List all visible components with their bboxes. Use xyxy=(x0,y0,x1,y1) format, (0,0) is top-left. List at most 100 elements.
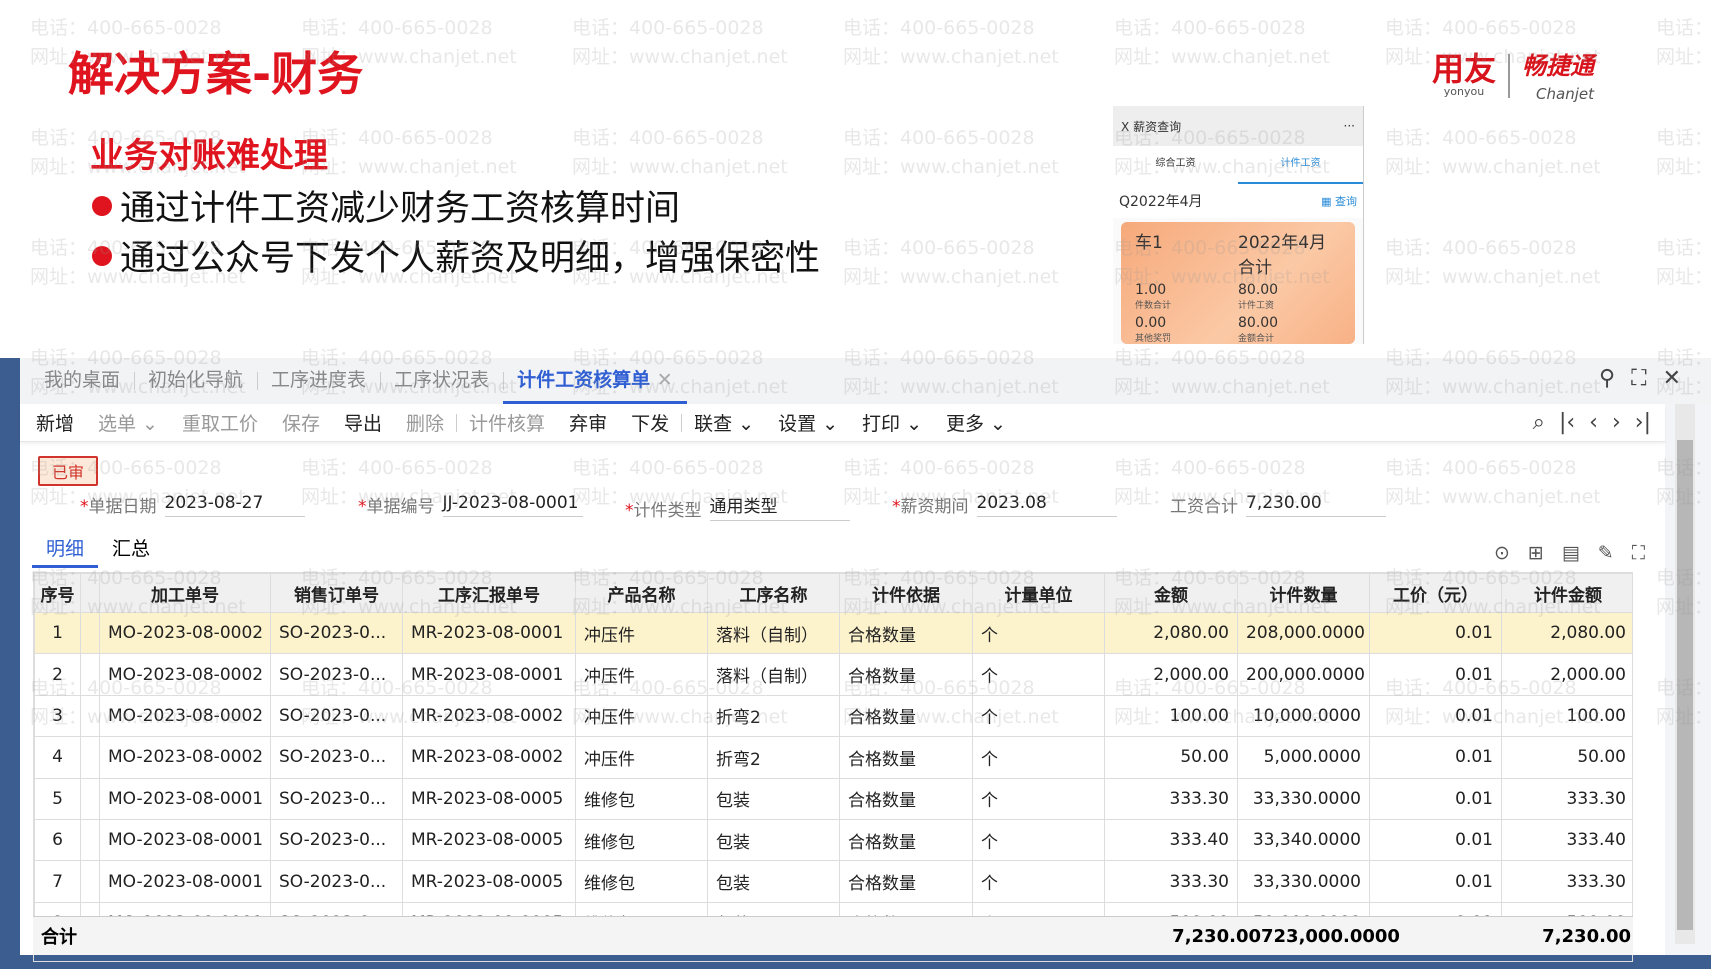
toolbar-button[interactable]: 删除 xyxy=(394,409,456,436)
column-header[interactable]: 序号 xyxy=(34,573,81,613)
fullscreen-icon[interactable]: ⛶ xyxy=(1631,366,1646,391)
table-cell: MR-2023-08-0005 xyxy=(402,860,576,903)
toolbar-button[interactable]: 弃审 xyxy=(557,409,619,436)
table-cell: 0.01 xyxy=(1369,653,1502,696)
table-row[interactable]: 6 MO-2023-08-0001 SO-2023-0... MR-2023-08-0… xyxy=(34,818,1632,862)
column-header[interactable] xyxy=(80,573,100,613)
tab-process-status[interactable]: 工序状况表 xyxy=(380,362,503,404)
logo-divider xyxy=(1508,54,1511,98)
toolbar-button[interactable]: 打印 ⌄ xyxy=(850,409,934,436)
search-icon[interactable]: ⚲ xyxy=(1599,366,1615,391)
toolbar-button[interactable]: 选单 ⌄ xyxy=(86,409,170,436)
column-header[interactable]: 销售订单号 xyxy=(270,573,403,613)
status-badge: 已审 xyxy=(38,456,99,486)
phone-search-input[interactable]: Q2022年4月 xyxy=(1119,191,1203,211)
table-cell: 落料（自制） xyxy=(707,611,840,655)
table-cell: 100.00 xyxy=(1104,694,1238,738)
table-cell: 维修包 xyxy=(575,860,708,903)
prev-record-icon[interactable]: ‹ xyxy=(1589,410,1598,435)
column-header[interactable]: 计件金额 xyxy=(1501,573,1632,613)
table-cell: 6 xyxy=(34,818,81,862)
toolbar-button[interactable]: 设置 ⌄ xyxy=(766,409,850,436)
last-record-icon[interactable]: ›| xyxy=(1635,410,1651,435)
field-input[interactable]: 7,230.00 xyxy=(1246,493,1386,517)
tab-detail[interactable]: 明细 xyxy=(32,530,99,568)
column-header[interactable]: 金额 xyxy=(1104,573,1238,613)
table-cell: 5 xyxy=(34,777,81,820)
table-cell: SO-2023-0... xyxy=(270,777,403,820)
tab-piece-wage[interactable]: 计件工资核算单 ✕ xyxy=(503,362,687,404)
table-cell: 333.30 xyxy=(1104,860,1238,903)
tab-process-progress[interactable]: 工序进度表 xyxy=(257,362,380,404)
location-icon[interactable]: ⊙ xyxy=(1494,542,1510,564)
phone-tab-piece[interactable]: 计件工资 xyxy=(1238,146,1363,184)
field-input[interactable]: 2023.08 xyxy=(976,493,1117,517)
field-input[interactable]: 通用类型 xyxy=(709,492,850,521)
field-label: *薪资期间 xyxy=(892,497,969,517)
column-header[interactable]: 工序名称 xyxy=(707,573,840,613)
locate-icon[interactable]: ⌕ xyxy=(1533,410,1545,435)
tab-summary[interactable]: 汇总 xyxy=(98,530,164,568)
toolbar-button[interactable]: 下发 xyxy=(619,409,681,436)
vertical-scrollbar[interactable] xyxy=(1675,404,1695,944)
toolbar-button[interactable]: 新增 xyxy=(24,409,86,436)
watermark-text: 电话：400-665-0028网址：www.chanjet.net xyxy=(1114,17,1330,68)
column-header[interactable]: 计件数量 xyxy=(1237,573,1370,613)
tab-desktop[interactable]: 我的桌面 xyxy=(30,362,134,404)
card-value: 1.00 xyxy=(1135,282,1167,298)
total-row: 合计 7,230.00 723,000.0000 7,230.00 xyxy=(33,916,1633,955)
form-field: *单据编号 JJ-2023-08-0001 xyxy=(358,492,583,517)
table-row[interactable]: 7 MO-2023-08-0001 SO-2023-0... MR-2023-08-0… xyxy=(34,860,1632,903)
close-icon[interactable]: X xyxy=(1121,120,1129,134)
table-cell: 个 xyxy=(972,860,1105,903)
table-cell: 维修包 xyxy=(575,777,708,820)
phone-query-button[interactable]: 查询 xyxy=(1335,195,1357,208)
phone-tab-general[interactable]: 综合工资 xyxy=(1113,146,1238,184)
column-header[interactable]: 工价（元） xyxy=(1369,573,1502,613)
table-cell: MR-2023-08-0002 xyxy=(402,736,576,779)
table-cell: 合格数量 xyxy=(839,694,973,738)
column-header[interactable]: 计量单位 xyxy=(972,573,1105,613)
field-label: *单据编号 xyxy=(358,497,435,517)
column-header[interactable]: 工序汇报单号 xyxy=(402,573,576,613)
table-cell xyxy=(80,611,100,655)
table-cell: 10,000.0000 xyxy=(1237,694,1370,738)
table-row[interactable]: 1 MO-2023-08-0002 SO-2023-0... MR-2023-08-0… xyxy=(34,611,1632,655)
first-record-icon[interactable]: |‹ xyxy=(1559,410,1575,435)
table-cell: 4 xyxy=(34,736,81,779)
table-row[interactable]: 3 MO-2023-08-0002 SO-2023-0... MR-2023-08-0… xyxy=(34,694,1632,738)
scrollbar-thumb[interactable] xyxy=(1677,440,1693,930)
column-header[interactable]: 加工单号 xyxy=(99,573,271,613)
add-row-icon[interactable]: ⊞ xyxy=(1528,542,1544,564)
close-tab-icon[interactable]: ✕ xyxy=(657,369,673,391)
table-cell: MO-2023-08-0002 xyxy=(99,694,271,738)
tab-init-guide[interactable]: 初始化导航 xyxy=(134,362,257,404)
column-header[interactable]: 产品名称 xyxy=(575,573,708,613)
column-header[interactable]: 计件依据 xyxy=(839,573,973,613)
field-input[interactable]: JJ-2023-08-0001 xyxy=(442,493,583,517)
table-cell: MO-2023-08-0002 xyxy=(99,611,271,655)
field-input[interactable]: 2023-08-27 xyxy=(164,493,305,517)
table-cell: MO-2023-08-0002 xyxy=(99,653,271,696)
table-cell: 2,000.00 xyxy=(1104,653,1238,696)
toolbar-button[interactable]: 计件核算 xyxy=(457,409,557,436)
toolbar-button[interactable]: 导出 xyxy=(332,409,394,436)
paste-icon[interactable]: ▤ xyxy=(1562,542,1580,564)
expand-icon[interactable]: ⛶ xyxy=(1632,542,1645,564)
table-row[interactable]: 4 MO-2023-08-0002 SO-2023-0... MR-2023-08-0… xyxy=(34,736,1632,779)
toolbar-button[interactable]: 联查 ⌄ xyxy=(682,409,766,436)
total-amount: 7,230.00 xyxy=(1172,925,1261,947)
table-row[interactable]: 5 MO-2023-08-0001 SO-2023-0... MR-2023-08-0… xyxy=(34,777,1632,820)
table-row[interactable]: 2 MO-2023-08-0002 SO-2023-0... MR-2023-08-0… xyxy=(34,653,1632,696)
toolbar-button[interactable]: 保存 xyxy=(270,409,332,436)
table-cell: 合格数量 xyxy=(839,611,973,655)
edit-icon[interactable]: ✎ xyxy=(1598,542,1614,564)
next-record-icon[interactable]: › xyxy=(1612,410,1621,435)
more-icon[interactable]: ··· xyxy=(1344,119,1355,133)
toolbar-button[interactable]: 更多 ⌄ xyxy=(934,409,1018,436)
toolbar: 新增 选单 ⌄ 重取工价 保存 导出 删除 计件核算 弃审 下发 联查 ⌄ 设置 ⌄ 打印 ⌄ 更多 ⌄ xyxy=(20,404,1665,442)
toolbar-button[interactable]: 重取工价 xyxy=(170,409,270,436)
close-icon[interactable]: ✕ xyxy=(1663,366,1681,391)
calendar-icon[interactable]: ▦ xyxy=(1321,195,1331,208)
card-value: 80.00 xyxy=(1238,282,1279,298)
